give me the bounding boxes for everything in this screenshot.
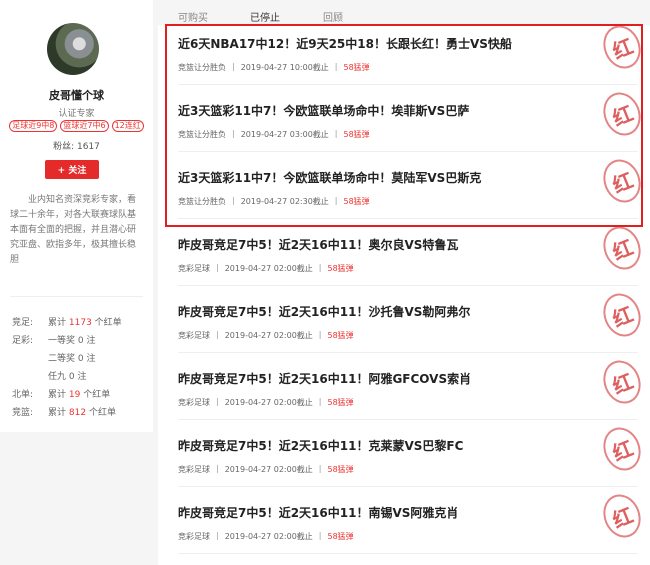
tab-stopped[interactable]: 已停止 [250,9,280,24]
article-meta: 竞彩足球 | 2019-04-27 02:00截止 | 58猛弹 [178,330,354,340]
stat-row: 竞篮: 累计 812 个红单 [12,404,122,422]
article-price: 58猛弹 [327,264,354,273]
article-deadline: 2019-04-27 02:00截止 [224,465,313,474]
fans-label: 粉丝: [53,142,75,152]
stat-value: 19 [68,390,81,400]
article-category: 竞彩足球 [178,465,210,474]
stat-label [12,350,48,368]
stat-text: 累计 [48,408,67,418]
stat-unit: 个红单 [88,408,116,418]
certified-label: 认证专家 [58,109,95,119]
article-title[interactable]: 昨皮哥竞足7中5！近2天16中11！克莱蒙VS巴黎FC [178,437,463,454]
stat-row: 任九 0 注 [12,368,122,386]
stat-value: 0 [68,372,75,382]
red-stamp-icon: 红 [597,287,647,343]
stat-row: 北单: 累计 19 个红单 [12,386,122,404]
article-item[interactable]: 昨皮哥竞足7中5！近2天16中11！南锡VS阿雅克肖 竞彩足球 | 2019-04-… [178,488,647,554]
stat-row: 足彩: 一等奖 0 注 [12,332,122,350]
article-price: 58猛弹 [327,465,354,474]
article-item[interactable]: 昨皮哥竞足7中5！近2天16中11！阿雅GFCOVS索肖 竞彩足球 | 2019-0… [178,354,647,420]
badge-list: 足球近9中8 篮球近7中6 12连红 [2,120,151,132]
divider [10,296,143,297]
stat-label: 北单: [12,390,34,400]
profile-panel: 皮哥懂个球 认证专家 足球近9中8 篮球近7中6 12连红 粉丝: 1617 +… [0,0,153,432]
stat-value: 812 [68,408,87,418]
tab-purchasable[interactable]: 可购买 [178,9,208,24]
profile-bio: 业内知名资深竞彩专家，看球二十余年，对各大联赛球队基本面有全面的把握，并且潜心研… [10,195,137,265]
record-badge: 篮球近7中6 [60,120,109,132]
article-item[interactable]: 昨皮哥竞足7中5！近2天16中11！奥尔良VS特鲁瓦 竞彩足球 | 2019-04-… [178,220,647,286]
stat-text: 任九 [48,372,67,382]
article-category: 竞彩足球 [178,331,210,340]
stat-text: 一等奖 [48,336,76,346]
article-category: 竞彩足球 [178,398,210,407]
stat-label: 竞足: [12,318,34,328]
article-deadline: 2019-04-27 02:00截止 [224,264,313,273]
stat-label: 足彩: [12,336,34,346]
article-price: 58猛弹 [327,331,354,340]
article-category: 竞彩足球 [178,532,210,541]
red-stamp-icon: 红 [597,220,647,276]
record-badge: 足球近9中8 [9,120,58,132]
stat-label: 竞篮: [12,408,34,418]
stat-row: 竞足: 累计 1173 个红单 [12,314,122,332]
follow-button[interactable]: + 关注 [45,160,99,179]
record-badge: 12连红 [111,120,144,132]
article-item[interactable]: 昨皮哥竞足7中5！近2天16中11！沙托鲁VS勒阿弗尔 竞彩足球 | 2019-04… [178,287,647,353]
avatar[interactable] [47,23,99,75]
article-deadline: 2019-04-27 02:00截止 [224,331,313,340]
article-category: 竞彩足球 [178,264,210,273]
fans-count: 粉丝: 1617 [0,139,153,152]
stat-value: 1173 [68,318,92,328]
article-price: 58猛弹 [327,532,354,541]
red-stamp-icon: 红 [597,354,647,410]
stat-value: 0 [77,336,84,346]
article-title[interactable]: 昨皮哥竞足7中5！近2天16中11！南锡VS阿雅克肖 [178,504,458,521]
red-stamp-icon: 红 [597,421,647,477]
red-stamp-icon: 红 [597,488,647,544]
stat-text: 二等奖 [48,354,76,364]
highlight-box [165,24,643,227]
stat-text: 累计 [48,318,67,328]
stat-unit: 注 [77,372,87,382]
article-title[interactable]: 昨皮哥竞足7中5！近2天16中11！沙托鲁VS勒阿弗尔 [178,303,470,320]
article-meta: 竞彩足球 | 2019-04-27 02:00截止 | 58猛弹 [178,397,354,407]
stat-unit: 个红单 [94,318,122,328]
stat-label [12,368,48,386]
article-item[interactable]: 昨皮哥竞足7中5！近2天16中11！克莱蒙VS巴黎FC 竞彩足球 | 2019-04… [178,421,647,487]
article-deadline: 2019-04-27 02:00截止 [224,398,313,407]
article-meta: 竞彩足球 | 2019-04-27 02:00截止 | 58猛弹 [178,263,354,273]
stat-unit: 注 [86,336,96,346]
article-price: 58猛弹 [327,398,354,407]
stat-text: 累计 [48,390,67,400]
stat-unit: 个红单 [83,390,111,400]
article-meta: 竞彩足球 | 2019-04-27 02:00截止 | 58猛弹 [178,531,354,541]
stat-unit: 注 [86,354,96,364]
stats-list: 竞足: 累计 1173 个红单 足彩: 一等奖 0 注 二等奖 0 注 任九 0 注… [12,314,122,422]
article-meta: 竞彩足球 | 2019-04-27 02:00截止 | 58猛弹 [178,464,354,474]
article-title[interactable]: 昨皮哥竞足7中5！近2天16中11！奥尔良VS特鲁瓦 [178,236,458,253]
stat-value: 0 [77,354,84,364]
fans-value: 1617 [77,142,100,152]
stat-row: 二等奖 0 注 [12,350,122,368]
article-deadline: 2019-04-27 02:00截止 [224,532,313,541]
profile-name[interactable]: 皮哥懂个球 [0,87,153,103]
article-title[interactable]: 昨皮哥竞足7中5！近2天16中11！阿雅GFCOVS索肖 [178,370,471,387]
tab-review[interactable]: 回顾 [323,9,343,24]
